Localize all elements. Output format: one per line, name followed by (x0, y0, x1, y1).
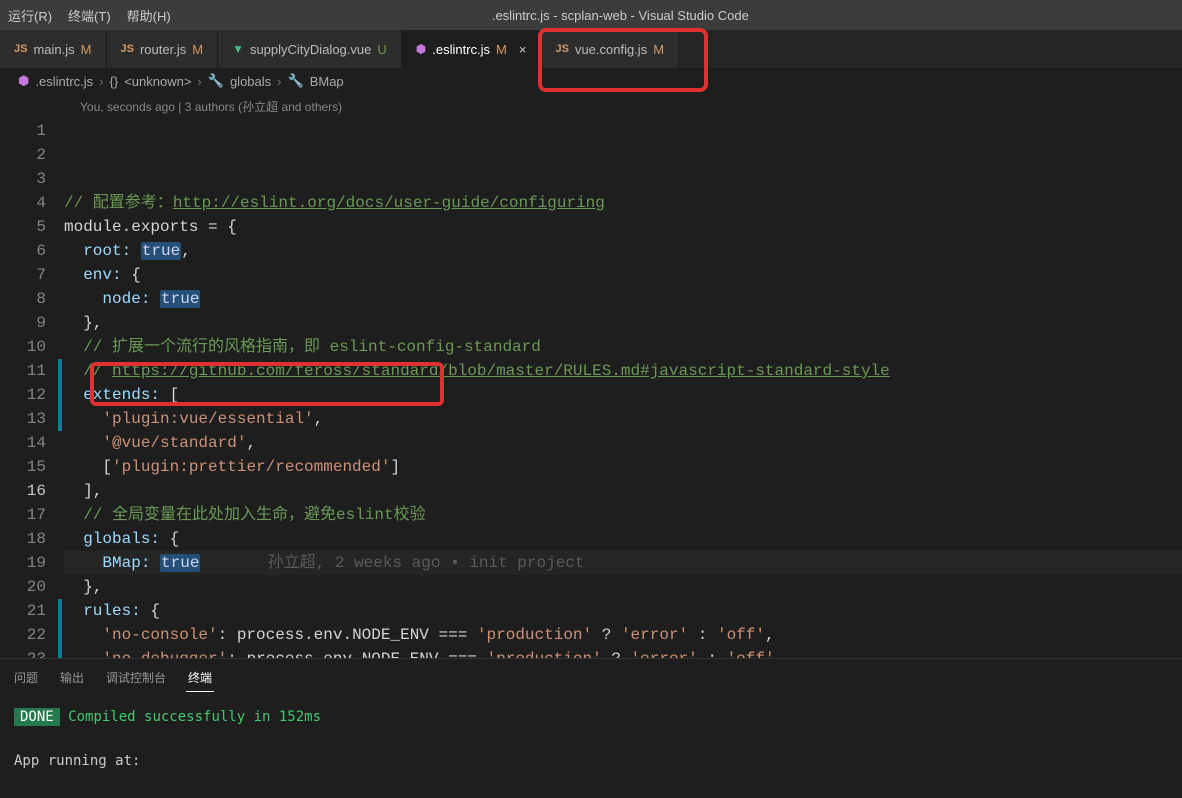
code-line[interactable]: // 配置参考：http://eslint.org/docs/user-guid… (64, 191, 1182, 215)
chevron-icon: › (197, 74, 201, 89)
code-line[interactable]: 'no-console': process.env.NODE_ENV === '… (64, 623, 1182, 647)
config-icon: ⬢ (416, 42, 426, 56)
tab-vue-config-js[interactable]: JS vue.config.js M (541, 30, 679, 68)
panel-tab-2[interactable]: 调试控制台 (104, 665, 168, 692)
tab-status: U (377, 42, 386, 57)
code-line[interactable]: '@vue/standard', (64, 431, 1182, 455)
panel-tab-1[interactable]: 输出 (58, 665, 86, 692)
tab-label: router.js (140, 42, 186, 57)
line-number: 10 (0, 335, 46, 359)
tab-label: supplyCityDialog.vue (250, 42, 371, 57)
close-icon[interactable]: × (519, 42, 527, 57)
code-line[interactable]: rules: { (64, 599, 1182, 623)
gitlens-annotation[interactable]: You, seconds ago | 3 authors (孙立超 and ot… (0, 94, 1182, 119)
line-number: 8 (0, 287, 46, 311)
panel-tab-3[interactable]: 终端 (186, 665, 214, 692)
code-line[interactable]: env: { (64, 263, 1182, 287)
line-number: 14 (0, 431, 46, 455)
code-line[interactable]: BMap: true 孙立超, 2 weeks ago • init proje… (64, 551, 1182, 575)
line-number: 4 (0, 191, 46, 215)
panel-tab-0[interactable]: 问题 (12, 665, 40, 692)
line-number: 13 (0, 407, 46, 431)
menubar: 运行(R) 终端(T) 帮助(H) .eslintrc.js - scplan-… (0, 0, 1182, 30)
code-line[interactable]: module.exports = { (64, 215, 1182, 239)
code-line[interactable]: }, (64, 311, 1182, 335)
menu-run[interactable]: 运行(R) (0, 6, 60, 25)
bc-seg2[interactable]: globals (230, 74, 271, 89)
code-line[interactable]: 'plugin:vue/essential', (64, 407, 1182, 431)
chevron-icon: › (277, 74, 281, 89)
line-number: 1 (0, 119, 46, 143)
bc-seg3[interactable]: BMap (310, 74, 344, 89)
js-icon: JS (555, 43, 568, 55)
line-number: 16 (0, 479, 46, 503)
tab-label: main.js (33, 42, 74, 57)
code-line[interactable]: extends: [ (64, 383, 1182, 407)
compile-message-text: Compiled successfully in 152ms (68, 709, 321, 725)
line-number: 19 (0, 551, 46, 575)
code-line[interactable]: // https://github.com/feross/standard/bl… (64, 359, 1182, 383)
tab-supplyCityDialog-vue[interactable]: ▼ supplyCityDialog.vue U (218, 30, 402, 68)
line-number: 9 (0, 311, 46, 335)
line-number: 5 (0, 215, 46, 239)
panel-tabs: 问题输出调试控制台终端 (0, 659, 1182, 692)
js-icon: JS (121, 43, 134, 55)
bottom-panel: 问题输出调试控制台终端 DONE Compiled successfully i… (0, 658, 1182, 798)
code-line[interactable]: // 全局变量在此处加入生命，避免eslint校验 (64, 503, 1182, 527)
line-number: 11 (0, 359, 46, 383)
tab-label: vue.config.js (575, 42, 647, 57)
tab-status: M (653, 42, 664, 57)
bc-symbol-icon: {} (110, 74, 119, 89)
line-number: 22 (0, 623, 46, 647)
line-number: 20 (0, 575, 46, 599)
code-area[interactable]: // 配置参考：http://eslint.org/docs/user-guid… (64, 119, 1182, 658)
bc-wrench-icon: 🔧 (288, 73, 304, 89)
line-number: 17 (0, 503, 46, 527)
code-line[interactable]: // 扩展一个流行的风格指南，即 eslint-config-standard (64, 335, 1182, 359)
bc-seg1[interactable]: <unknown> (124, 74, 191, 89)
line-number: 15 (0, 455, 46, 479)
code-line[interactable]: ['plugin:prettier/recommended'] (64, 455, 1182, 479)
file-icon: ⬢ (18, 73, 29, 89)
code-line[interactable]: globals: { (64, 527, 1182, 551)
js-icon: JS (14, 43, 27, 55)
vue-icon: ▼ (232, 42, 244, 56)
line-gutter: 1234567891011121314151617181920212223 (0, 119, 64, 658)
tab-status: M (496, 42, 507, 57)
code-line[interactable]: root: true, (64, 239, 1182, 263)
modified-indicator (58, 359, 62, 431)
modified-indicator (58, 599, 62, 658)
tab-label: .eslintrc.js (432, 42, 490, 57)
tab-status: M (81, 42, 92, 57)
app-running-line: App running at: (14, 750, 1168, 772)
line-number: 2 (0, 143, 46, 167)
line-number: 18 (0, 527, 46, 551)
menu-help[interactable]: 帮助(H) (119, 6, 179, 25)
line-number: 23 (0, 647, 46, 658)
code-line[interactable]: }, (64, 575, 1182, 599)
tab-main-js[interactable]: JS main.js M (0, 30, 107, 68)
terminal-output[interactable]: DONE Compiled successfully in 152ms App … (0, 692, 1182, 798)
line-number: 12 (0, 383, 46, 407)
line-number: 3 (0, 167, 46, 191)
breadcrumb[interactable]: ⬢ .eslintrc.js › {} <unknown> › 🔧 global… (0, 68, 1182, 94)
tab-status: M (192, 42, 203, 57)
line-number: 6 (0, 239, 46, 263)
code-line[interactable]: node: true (64, 287, 1182, 311)
tab-router-js[interactable]: JS router.js M (107, 30, 219, 68)
line-number: 21 (0, 599, 46, 623)
bc-wrench-icon: 🔧 (208, 73, 224, 89)
editor-tabs: JS main.js MJS router.js M▼ supplyCityDi… (0, 30, 1182, 68)
code-line[interactable]: 'no-debugger': process.env.NODE_ENV === … (64, 647, 1182, 658)
chevron-icon: › (99, 74, 103, 89)
code-line[interactable]: ], (64, 479, 1182, 503)
tab--eslintrc-js[interactable]: ⬢ .eslintrc.js M × (402, 30, 542, 68)
menu-terminal[interactable]: 终端(T) (60, 6, 119, 25)
line-number: 7 (0, 263, 46, 287)
window-title: .eslintrc.js - scplan-web - Visual Studi… (179, 8, 1062, 23)
code-editor[interactable]: 1234567891011121314151617181920212223 //… (0, 119, 1182, 658)
bc-file[interactable]: .eslintrc.js (35, 74, 93, 89)
done-badge: DONE (14, 708, 60, 726)
